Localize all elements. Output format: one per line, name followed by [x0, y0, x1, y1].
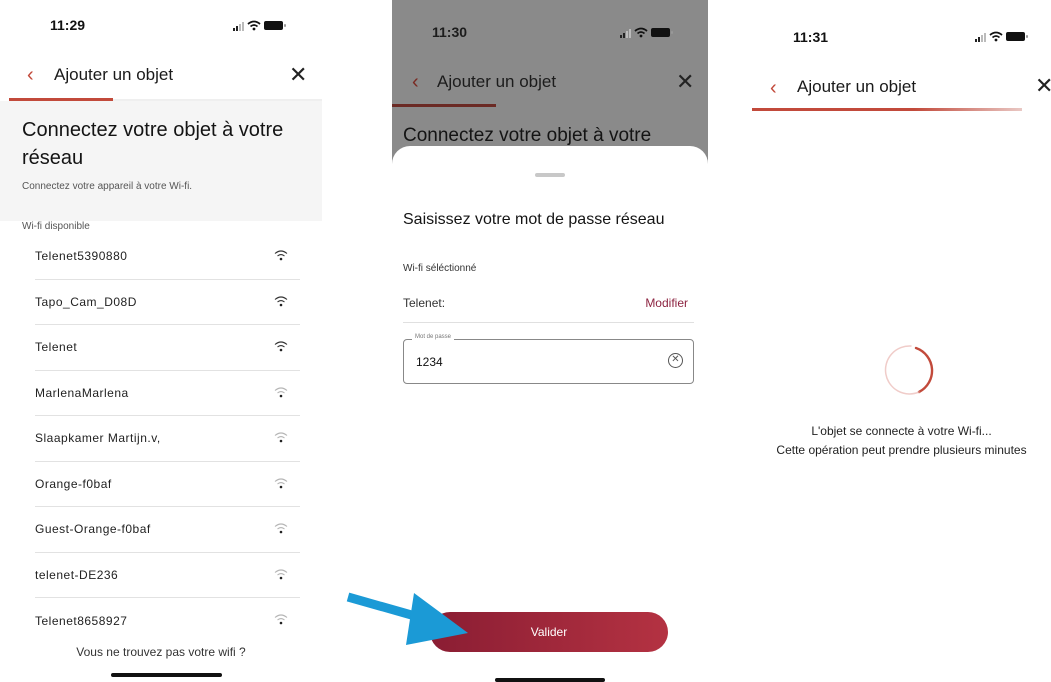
wifi-network-name: Telenet5390880: [35, 249, 128, 264]
status-icons: [620, 27, 673, 38]
modify-link[interactable]: Modifier: [645, 296, 688, 310]
wifi-network-item[interactable]: Guest-Orange-f0baf: [35, 507, 300, 553]
header-title: Ajouter un objet: [54, 65, 174, 84]
status-icons: [975, 31, 1028, 42]
password-field[interactable]: Mot de passe ✕: [403, 334, 694, 384]
wifi-list: Telenet5390880 Tapo_Cam_D08D Telenet Marlen…: [35, 234, 300, 644]
wifi-icon: [274, 614, 288, 625]
screen-connecting: 11:31 ‹ Ajouter un objet ✕ L'objet se co…: [752, 0, 1051, 682]
progress-bar: [392, 104, 496, 107]
wifi-icon: [274, 341, 288, 352]
wifi-icon: [274, 568, 288, 579]
wifi-network-item[interactable]: MarlenaMarlena: [35, 371, 300, 416]
page-title: Connectez votre objet à votre: [22, 119, 284, 141]
signal-icon: [233, 21, 244, 31]
battery-icon: [651, 28, 673, 37]
wifi-network-name: Telenet8658927: [35, 613, 128, 628]
wifi-network-item[interactable]: Orange-f0baf: [35, 462, 300, 507]
home-indicator: [111, 673, 222, 677]
password-legend: Mot de passe: [412, 334, 455, 340]
header: ‹ Ajouter un objet ✕: [392, 63, 708, 103]
status-time: 11:30: [432, 24, 468, 40]
screen-wifi-list: 11:29 ‹ Ajouter un objet ✕ Connectez vot…: [0, 0, 322, 682]
wifi-network-item[interactable]: Tapo_Cam_D08D: [35, 280, 300, 325]
header: ‹ Ajouter un objet ✕: [752, 68, 1051, 108]
connecting-duration-note: Cette opération peut prendre plusieurs m…: [776, 443, 1027, 457]
sheet-title: Saisissez votre mot de passe réseau: [403, 211, 665, 228]
close-icon[interactable]: ✕: [1035, 75, 1051, 97]
divider: [403, 322, 694, 323]
selected-wifi-name: Telenet:: [403, 296, 446, 310]
wifi-icon: [274, 295, 288, 306]
wifi-network-name: Guest-Orange-f0baf: [35, 522, 151, 537]
wifi-network-name: Slaapkamer Martijn.v,: [35, 431, 161, 446]
status-bar: 11:30: [392, 0, 708, 56]
close-icon[interactable]: ✕: [676, 71, 694, 93]
wifi-icon: [274, 432, 288, 443]
back-chevron-icon[interactable]: ‹: [27, 65, 34, 85]
spinner-icon: [884, 345, 934, 395]
screen-password: 11:30 ‹ Ajouter un objet ✕ Connectez vot…: [392, 0, 708, 682]
wifi-icon: [274, 250, 288, 261]
signal-icon: [975, 32, 986, 42]
wifi-network-item[interactable]: Telenet8658927: [35, 598, 300, 644]
back-chevron-icon[interactable]: ‹: [412, 72, 419, 92]
wifi-status-icon: [634, 27, 648, 38]
battery-icon: [264, 21, 286, 30]
wifi-icon: [274, 386, 288, 397]
selected-wifi-label: Wi-fi séléctionné: [403, 263, 477, 274]
wifi-not-found-link[interactable]: Vous ne trouvez pas votre wifi ?: [0, 645, 322, 659]
annotation-arrow-icon: [346, 592, 468, 645]
header: ‹ Ajouter un objet ✕: [0, 55, 322, 95]
status-time: 11:31: [793, 29, 829, 45]
wifi-network-name: Orange-f0baf: [35, 476, 112, 491]
section-label: Wi-fi disponible: [22, 221, 90, 232]
status-bar: 11:29: [0, 0, 322, 56]
wifi-network-name: MarlenaMarlena: [35, 385, 129, 400]
home-indicator: [495, 678, 605, 682]
wifi-network-name: Telenet: [35, 340, 78, 355]
status-time: 11:29: [50, 17, 86, 33]
signal-icon: [620, 28, 631, 38]
wifi-status-icon: [989, 31, 1003, 42]
clear-icon[interactable]: ✕: [668, 353, 683, 368]
header-title: Ajouter un objet: [437, 72, 557, 91]
wifi-icon: [274, 523, 288, 534]
connecting-message: L'objet se connecte à votre Wi-fi...: [811, 424, 992, 438]
page-title-line2: réseau: [22, 147, 84, 169]
back-chevron-icon[interactable]: ‹: [770, 78, 777, 98]
close-icon[interactable]: ✕: [289, 64, 307, 86]
battery-icon: [1006, 32, 1028, 41]
wifi-icon: [274, 477, 288, 488]
wifi-network-name: Tapo_Cam_D08D: [35, 294, 137, 309]
wifi-network-name: telenet-DE236: [35, 567, 119, 582]
wifi-network-item[interactable]: Telenet: [35, 325, 300, 371]
wifi-network-item[interactable]: Slaapkamer Martijn.v,: [35, 416, 300, 462]
password-input[interactable]: [416, 355, 656, 369]
sheet-grabber[interactable]: [535, 173, 565, 177]
status-bar: 11:31: [752, 0, 1051, 56]
status-icons: [233, 20, 286, 31]
progress-bar: [752, 108, 1022, 111]
page-subtitle: Connectez votre appareil à votre Wi-fi.: [22, 181, 193, 192]
wifi-status-icon: [247, 20, 261, 31]
wifi-network-item[interactable]: telenet-DE236: [35, 553, 300, 598]
header-title: Ajouter un objet: [797, 77, 917, 96]
wifi-network-item[interactable]: Telenet5390880: [35, 234, 300, 280]
